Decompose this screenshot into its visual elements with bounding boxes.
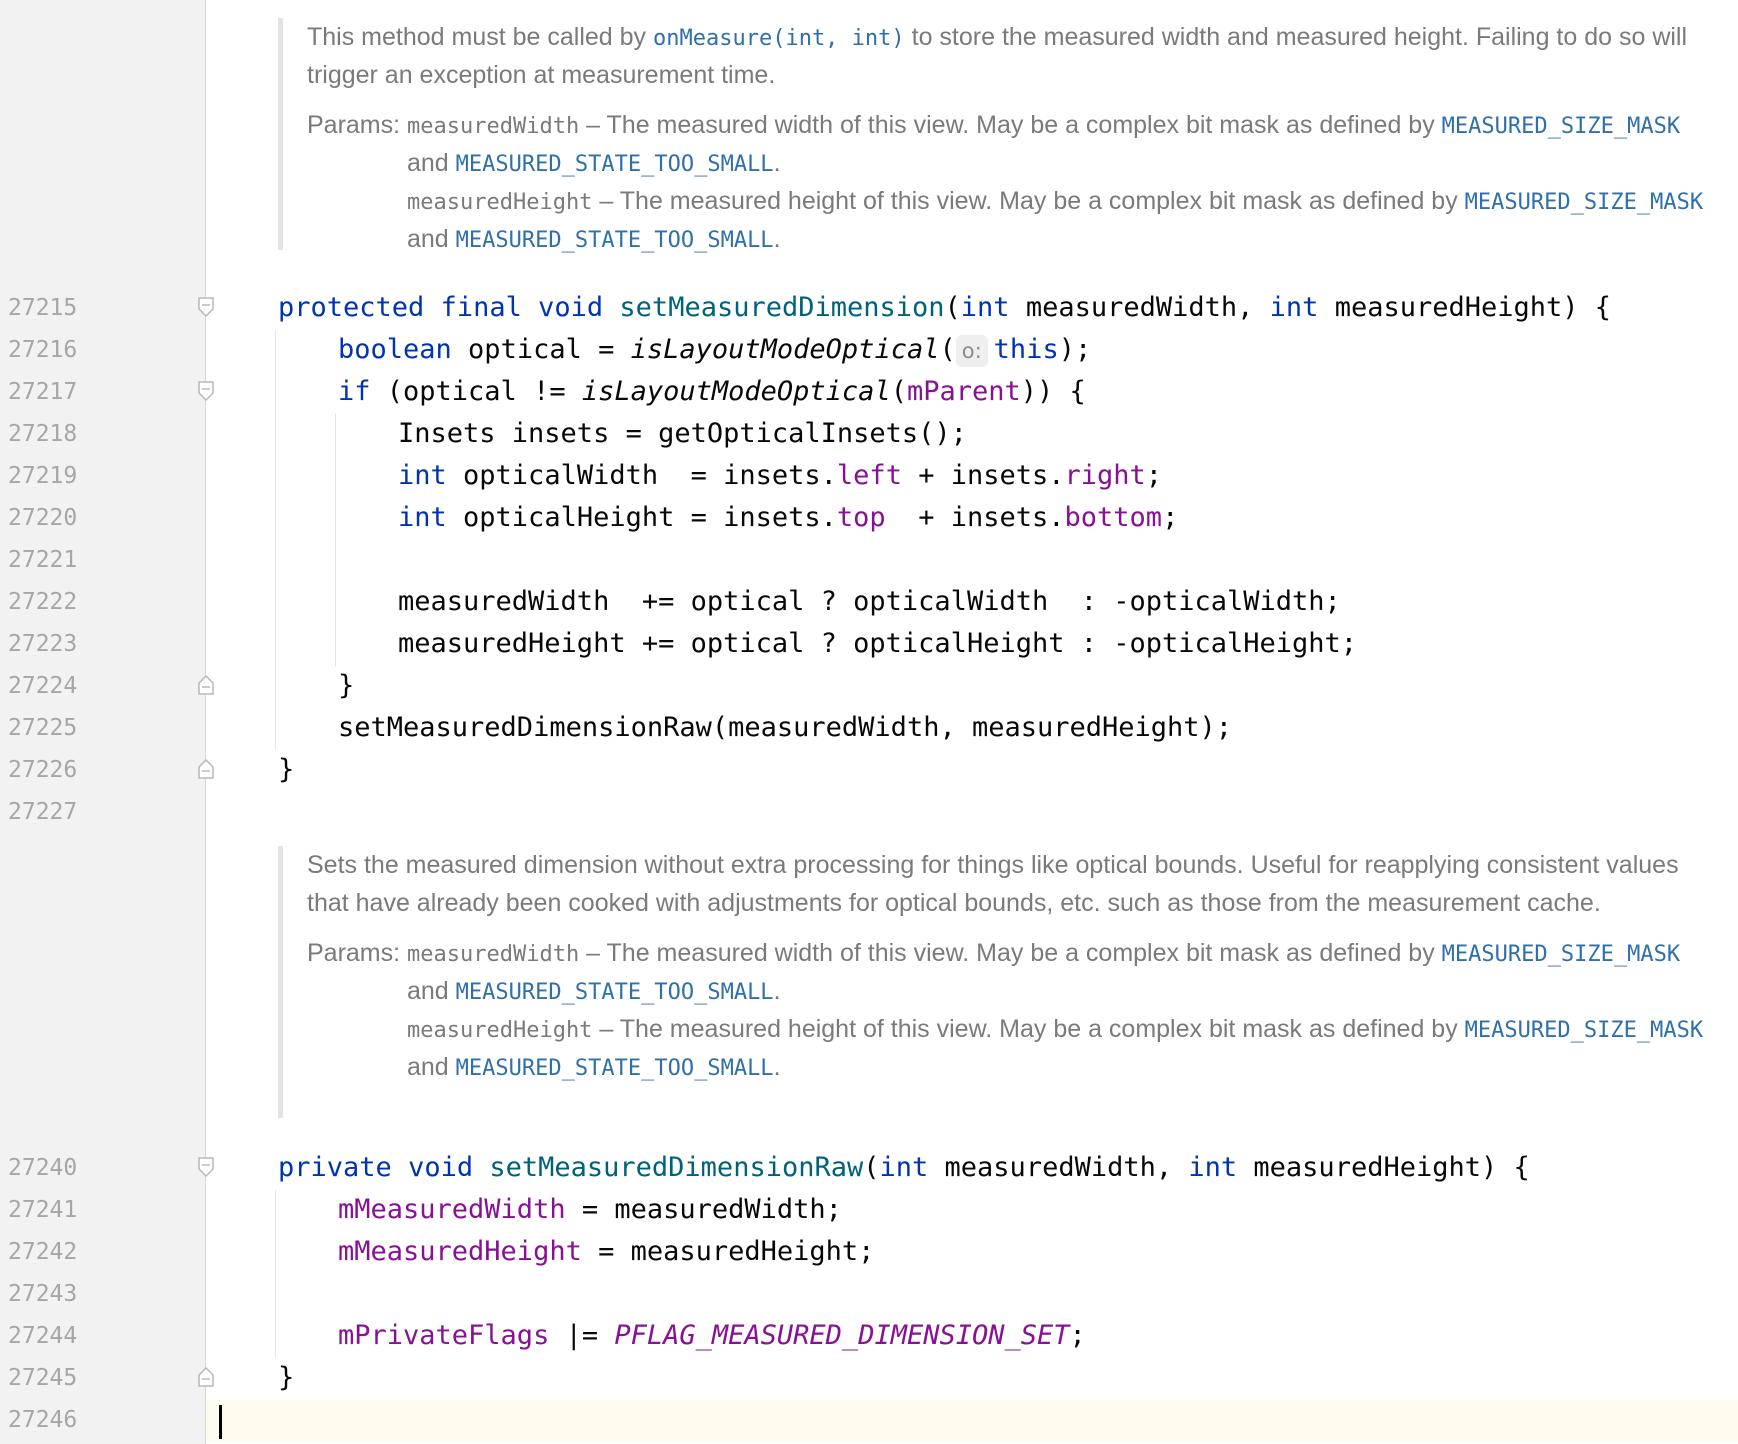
code-line: mMeasuredWidth = measuredWidth;: [338, 1194, 842, 1225]
line-number: 27222: [8, 589, 78, 615]
code-line: mMeasuredHeight = measuredHeight;: [338, 1236, 875, 1267]
line-number: 27227: [8, 799, 78, 825]
line-number: 27217: [8, 379, 78, 405]
indent-guide: [275, 1190, 276, 1358]
line-number: 27224: [8, 673, 78, 699]
code-line: if (optical != isLayoutModeOptical(mPare…: [338, 376, 1086, 407]
javadoc-link[interactable]: MEASURED_STATE_TOO_SMALL: [456, 1056, 774, 1081]
line-number: 27243: [8, 1281, 78, 1307]
line-number: 27221: [8, 547, 78, 573]
javadoc-link[interactable]: MEASURED_STATE_TOO_SMALL: [456, 980, 774, 1005]
code-line: measuredHeight += optical ? opticalHeigh…: [398, 628, 1358, 659]
javadoc-link[interactable]: MEASURED_SIZE_MASK: [1465, 1018, 1703, 1043]
fold-open-icon[interactable]: [198, 297, 214, 317]
line-number: 27223: [8, 631, 78, 657]
javadoc-link[interactable]: MEASURED_STATE_TOO_SMALL: [456, 228, 774, 253]
code-line: mPrivateFlags |= PFLAG_MEASURED_DIMENSIO…: [338, 1320, 1086, 1351]
parameter-hint: o:: [955, 335, 988, 367]
fold-open-icon[interactable]: [198, 1157, 214, 1177]
line-number: 27219: [8, 463, 78, 489]
code-editor[interactable]: This method must be called by onMeasure(…: [0, 0, 1738, 1444]
javadoc-block-set-measured-dimension: This method must be called by onMeasure(…: [278, 18, 1707, 253]
text-caret: [219, 1405, 222, 1439]
line-number: 27220: [8, 505, 78, 531]
param-name: measuredWidth: [407, 114, 580, 139]
fold-close-icon[interactable]: [198, 759, 214, 779]
code-line: measuredWidth += optical ? opticalWidth …: [398, 586, 1341, 617]
line-number: 27225: [8, 715, 78, 741]
javadoc-block-set-measured-dimension-raw: Sets the measured dimension without extr…: [278, 846, 1707, 1118]
code-line: setMeasuredDimensionRaw(measuredWidth, m…: [338, 712, 1233, 743]
code-line: }: [278, 754, 295, 785]
line-number: 27215: [8, 295, 78, 321]
javadoc-description: This method must be called by onMeasure(…: [307, 23, 1688, 89]
line-number: 27244: [8, 1323, 78, 1349]
indent-guide: [275, 330, 276, 750]
param-name: measuredHeight: [407, 190, 593, 215]
code-line: }: [338, 670, 355, 701]
javadoc-link[interactable]: MEASURED_STATE_TOO_SMALL: [456, 152, 774, 177]
line-number: 27218: [8, 421, 78, 447]
line-number: 27246: [8, 1407, 78, 1433]
javadoc-link[interactable]: MEASURED_SIZE_MASK: [1465, 190, 1703, 215]
indent-guide: [335, 414, 336, 666]
fold-open-icon[interactable]: [198, 381, 214, 401]
code-line: int opticalHeight = insets.top + insets.…: [398, 502, 1179, 533]
code-line: Insets insets = getOpticalInsets();: [398, 418, 967, 449]
line-number: 27240: [8, 1155, 78, 1181]
fold-close-icon[interactable]: [198, 675, 214, 695]
javadoc-link[interactable]: onMeasure(int, int): [653, 26, 905, 51]
line-number: 27226: [8, 757, 78, 783]
javadoc-params: Params: measuredWidth – The measured wid…: [307, 934, 1707, 1086]
line-number: 27241: [8, 1197, 78, 1223]
param-name: measuredHeight: [407, 1018, 593, 1043]
param-name: measuredWidth: [407, 942, 580, 967]
javadoc-params: Params: measuredWidth – The measured wid…: [307, 106, 1707, 258]
params-label: Params:: [307, 939, 401, 967]
line-number: 27242: [8, 1239, 78, 1265]
code-line: protected final void setMeasuredDimensio…: [278, 292, 1612, 323]
javadoc-link[interactable]: MEASURED_SIZE_MASK: [1442, 942, 1680, 967]
code-line: private void setMeasuredDimensionRaw(int…: [278, 1152, 1530, 1183]
javadoc-description: Sets the measured dimension without extr…: [307, 851, 1679, 917]
code-line: }: [278, 1362, 295, 1393]
line-number: 27245: [8, 1365, 78, 1391]
line-number: 27216: [8, 337, 78, 363]
params-label: Params:: [307, 111, 401, 139]
code-line: int opticalWidth = insets.left + insets.…: [398, 460, 1163, 491]
javadoc-link[interactable]: MEASURED_SIZE_MASK: [1442, 114, 1680, 139]
code-line: boolean optical = isLayoutModeOptical(o:…: [338, 334, 1092, 367]
fold-close-icon[interactable]: [198, 1367, 214, 1387]
